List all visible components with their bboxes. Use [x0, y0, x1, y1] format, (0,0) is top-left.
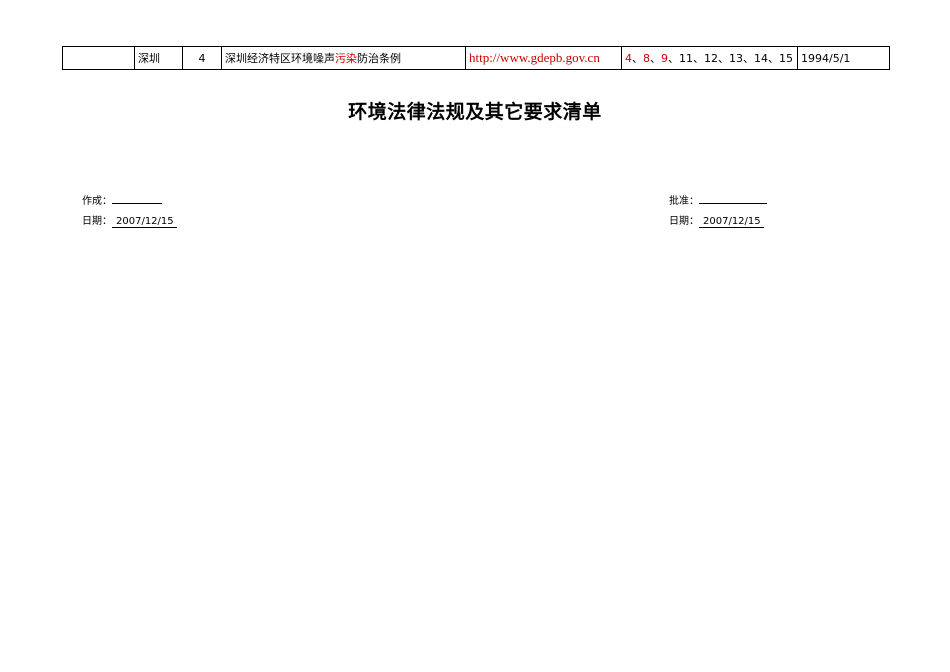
cell-url[interactable]: http://www.gdepb.gov.cn: [465, 46, 622, 70]
cell-number: 4: [182, 46, 222, 70]
author-label: 作成：: [82, 196, 112, 207]
clause-sep: 、: [668, 52, 679, 65]
cell-blank: [62, 46, 135, 70]
regulation-name-part1: 深圳经济特区环境噪声: [225, 52, 335, 65]
regulation-name-part3: 防治条例: [357, 52, 401, 65]
clause-rest: 11、12、13、14、15: [679, 52, 793, 65]
clause-red: 9: [661, 52, 668, 65]
left-date-label: 日期：: [82, 216, 112, 227]
approve-label: 批准：: [669, 196, 699, 207]
clause-sep: 、: [650, 52, 661, 65]
cell-clauses: 4、8、9、11、12、13、14、15: [621, 46, 798, 70]
left-date-value: 2007/12/15: [112, 216, 177, 228]
regulation-table: 深圳 4 深圳经济特区环境噪声污染防治条例 http://www.gdepb.g…: [62, 46, 890, 70]
clause-sep: 、: [632, 52, 643, 65]
cell-date: 1994/5/1: [797, 46, 890, 70]
table-row: 深圳 4 深圳经济特区环境噪声污染防治条例 http://www.gdepb.g…: [62, 46, 890, 70]
right-date-value: 2007/12/15: [699, 216, 764, 228]
author-block: 作成： 日期： 2007/12/15: [82, 193, 177, 235]
approval-block: 批准： 日期： 2007/12/15: [669, 193, 767, 235]
right-date-label: 日期：: [669, 216, 699, 227]
page-title: 环境法律法规及其它要求清单: [348, 101, 602, 123]
cell-city: 深圳: [134, 46, 183, 70]
regulation-name-highlight: 污染: [335, 52, 357, 65]
author-blank[interactable]: [112, 193, 162, 204]
cell-regulation-name: 深圳经济特区环境噪声污染防治条例: [221, 46, 466, 70]
clause-red: 8: [643, 52, 650, 65]
approve-blank[interactable]: [699, 193, 767, 204]
clause-red: 4: [625, 52, 632, 65]
